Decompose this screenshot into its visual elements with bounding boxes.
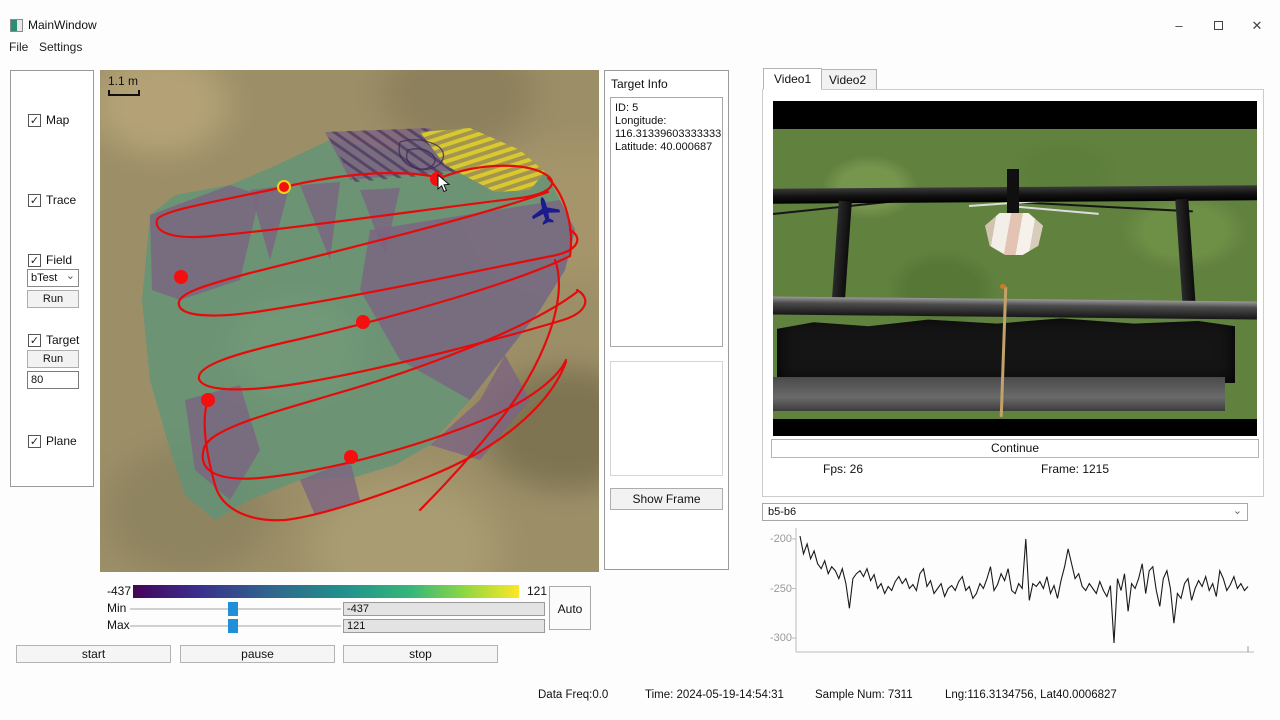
max-slider-handle[interactable] xyxy=(228,619,238,633)
chevron-down-icon: ⌄ xyxy=(66,269,75,284)
target-info-secondary-box xyxy=(610,361,723,476)
chevron-down-icon: ⌄ xyxy=(1233,504,1242,518)
checkbox-target-box[interactable]: ✓ xyxy=(28,334,41,347)
chart-y-tick: -250 xyxy=(762,583,792,595)
status-time: Time: 2024-05-19-14:54:31 xyxy=(645,689,784,701)
signal-chart: -200 -250 -300 xyxy=(762,524,1264,664)
target-run-button[interactable]: Run xyxy=(27,350,79,368)
minimize-button[interactable]: – xyxy=(1164,16,1194,36)
target-dot[interactable] xyxy=(201,393,215,407)
map-viewport[interactable]: 1.1 m xyxy=(100,70,599,572)
pause-button[interactable]: pause xyxy=(180,645,335,663)
tab-video2[interactable]: Video2 xyxy=(818,69,877,90)
checkbox-target[interactable]: ✓ Target xyxy=(28,333,79,347)
channel-select-value: b5-b6 xyxy=(768,506,796,518)
target-dot[interactable] xyxy=(277,180,291,194)
map-scale-label: 1.1 m xyxy=(108,74,140,88)
layer-control-panel: ✓ Map ✓ Trace ✓ Field bTest ⌄ Run ✓ Targ… xyxy=(10,70,94,487)
video-letterbox-bottom xyxy=(773,419,1257,436)
target-info-title: Target Info xyxy=(611,77,668,91)
target-latitude: Latitude: 40.000687 xyxy=(615,141,718,154)
field-select-value: bTest xyxy=(31,272,57,284)
video-frame xyxy=(773,101,1257,436)
frame-readout: Frame: 1215 xyxy=(1041,462,1109,476)
map-scale: 1.1 m xyxy=(108,74,140,96)
menu-file[interactable]: File xyxy=(5,38,32,56)
checkbox-trace[interactable]: ✓ Trace xyxy=(28,193,76,207)
menu-settings[interactable]: Settings xyxy=(35,38,86,56)
target-info-box: ID: 5 Longitude: 116.31339603333333 Lati… xyxy=(610,97,723,347)
checkbox-field[interactable]: ✓ Field xyxy=(28,253,72,267)
checkbox-trace-label: Trace xyxy=(46,193,76,207)
field-run-button[interactable]: Run xyxy=(27,290,79,308)
checkbox-map-box[interactable]: ✓ xyxy=(28,114,41,127)
window-title: MainWindow xyxy=(28,18,97,32)
target-longitude-label: Longitude: xyxy=(615,115,718,128)
continue-button[interactable]: Continue xyxy=(771,439,1259,458)
max-value-field[interactable]: 121 xyxy=(343,619,545,633)
tab-video1[interactable]: Video1 xyxy=(763,68,822,90)
start-button[interactable]: start xyxy=(16,645,171,663)
colorbar-max-tick: 121 xyxy=(527,584,547,598)
checkbox-plane-box[interactable]: ✓ xyxy=(28,435,41,448)
target-longitude-value: 116.31339603333333 xyxy=(615,128,718,141)
target-id: ID: 5 xyxy=(615,102,718,115)
main-window: MainWindow File Settings – ✕ ✓ Map ✓ Tra… xyxy=(0,0,1280,720)
target-dot[interactable] xyxy=(356,315,370,329)
checkbox-plane[interactable]: ✓ Plane xyxy=(28,434,77,448)
target-dot[interactable] xyxy=(344,450,358,464)
video-soil-pile xyxy=(777,317,1235,383)
min-value-field[interactable]: -437 xyxy=(343,602,545,616)
chart-y-tick: -300 xyxy=(762,632,792,644)
max-slider-label: Max xyxy=(107,618,130,632)
video-soil-pile-face xyxy=(773,377,1225,411)
stop-button[interactable]: stop xyxy=(343,645,498,663)
status-coordinates: Lng:116.3134756, Lat40.0006827 xyxy=(945,689,1117,701)
video-panel: Continue Fps: 26 Frame: 1215 xyxy=(762,89,1264,497)
status-sample-num: Sample Num: 7311 xyxy=(815,689,913,701)
fps-readout: Fps: 26 xyxy=(823,462,863,476)
channel-select[interactable]: b5-b6 ⌄ xyxy=(762,503,1248,521)
mouse-cursor xyxy=(436,174,452,194)
target-threshold-input[interactable]: 80 xyxy=(27,371,79,389)
colorbar-min-tick: -437 xyxy=(107,584,131,598)
checkbox-field-label: Field xyxy=(46,253,72,267)
checkbox-map[interactable]: ✓ Map xyxy=(28,113,69,127)
trace-path xyxy=(100,70,599,572)
min-slider-label: Min xyxy=(107,601,126,615)
plane-icon xyxy=(528,193,562,227)
show-frame-button[interactable]: Show Frame xyxy=(610,488,723,510)
min-slider-handle[interactable] xyxy=(228,602,238,616)
field-select[interactable]: bTest ⌄ xyxy=(27,269,79,287)
colorbar-gradient xyxy=(133,585,519,598)
checkbox-map-label: Map xyxy=(46,113,69,127)
maximize-button[interactable] xyxy=(1203,16,1233,36)
close-button[interactable]: ✕ xyxy=(1242,16,1272,36)
target-dot[interactable] xyxy=(174,270,188,284)
video-stick-marker xyxy=(1000,284,1006,289)
auto-scale-button[interactable]: Auto xyxy=(549,586,591,630)
map-scale-bar xyxy=(108,90,140,96)
chart-y-tick: -200 xyxy=(762,533,792,545)
maximize-icon xyxy=(1214,21,1223,30)
checkbox-target-label: Target xyxy=(46,333,79,347)
checkbox-field-box[interactable]: ✓ xyxy=(28,254,41,267)
video-letterbox-top xyxy=(773,101,1257,129)
target-info-panel: Target Info ID: 5 Longitude: 116.3133960… xyxy=(604,70,729,570)
checkbox-plane-label: Plane xyxy=(46,434,77,448)
app-icon xyxy=(10,19,23,32)
checkbox-trace-box[interactable]: ✓ xyxy=(28,194,41,207)
status-data-freq: Data Freq:0.0 xyxy=(538,689,608,701)
chart-plot-area xyxy=(762,524,1264,664)
